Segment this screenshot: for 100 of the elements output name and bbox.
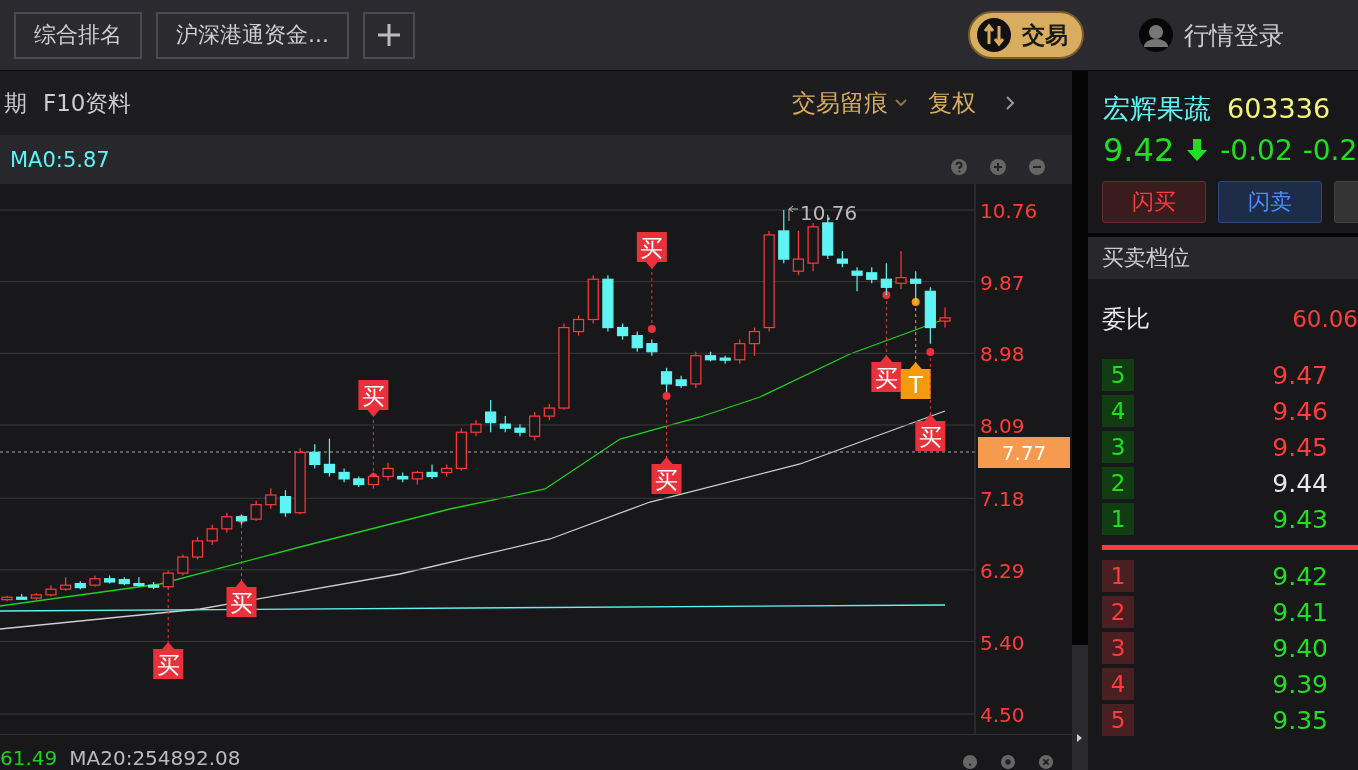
axis-label: 6.29 — [980, 558, 1025, 583]
candle — [147, 581, 160, 590]
close-icon[interactable] — [1038, 754, 1054, 770]
candle — [382, 462, 394, 482]
help-icon[interactable] — [962, 754, 978, 770]
toolbar-link[interactable]: 期 — [4, 87, 27, 119]
candle — [924, 286, 936, 345]
ask-rank: 4 — [1102, 395, 1134, 427]
candle — [441, 463, 453, 478]
stock-price: 9.42 — [1103, 131, 1175, 169]
candle — [265, 487, 277, 510]
percent-change: -0.2 — [1302, 133, 1358, 167]
candle — [704, 351, 717, 362]
candle — [250, 500, 262, 522]
bid-rank: 4 — [1102, 668, 1134, 700]
price-change: -0.02 — [1220, 133, 1293, 167]
trade-action-button[interactable]: 闪买 — [1102, 181, 1206, 223]
candle — [807, 222, 819, 272]
bid-rank: 5 — [1102, 704, 1134, 736]
ratio-label: 委比 — [1102, 304, 1150, 335]
axis-label: 8.98 — [980, 342, 1025, 367]
candle — [133, 576, 145, 588]
candle — [426, 463, 438, 480]
candle — [367, 471, 379, 490]
plus-icon — [376, 22, 402, 48]
candle — [529, 411, 541, 441]
section-title: 买卖档位 — [1102, 244, 1190, 272]
settings-icon[interactable] — [1000, 754, 1016, 770]
login-link[interactable]: 行情登录 — [1184, 18, 1284, 52]
candle — [631, 330, 643, 353]
candle — [880, 262, 892, 296]
chevron-down-icon[interactable] — [894, 98, 908, 108]
bid-price: 9.42 — [1272, 561, 1328, 591]
axis-label: 9.87 — [980, 270, 1025, 295]
bid-rank: 2 — [1102, 596, 1134, 628]
indicator-value: MA0:5.87 — [10, 147, 110, 172]
zoom-in-icon[interactable] — [989, 157, 1007, 176]
add-tab-button[interactable] — [363, 11, 415, 59]
candle — [734, 339, 746, 365]
candle — [836, 250, 848, 268]
candle — [60, 576, 72, 592]
scrollbar[interactable] — [1072, 645, 1088, 770]
tab[interactable]: 沪深港通资金... — [156, 11, 349, 59]
chevron-right-icon[interactable] — [1004, 95, 1016, 111]
ask-price: 9.45 — [1272, 432, 1328, 462]
candle — [616, 322, 629, 341]
ask-rank: 3 — [1102, 431, 1134, 463]
stock-code: 603336 — [1227, 93, 1331, 124]
candle — [338, 467, 350, 483]
ask-price: 9.47 — [1272, 360, 1328, 390]
candle — [221, 512, 233, 534]
toolbar-link[interactable]: 交易留痕 — [792, 87, 888, 119]
candle — [45, 584, 57, 598]
candle — [279, 489, 292, 518]
candle — [778, 209, 790, 264]
candle — [910, 270, 922, 304]
axis-label: 10.76 — [980, 199, 1038, 223]
candle — [162, 570, 174, 590]
candle — [748, 326, 761, 357]
candle — [104, 574, 116, 585]
candle — [323, 438, 336, 478]
ask-rank: 5 — [1102, 359, 1134, 391]
ask-rank: 2 — [1102, 467, 1134, 499]
candle — [485, 399, 497, 433]
toolbar-link[interactable]: 复权 — [928, 87, 976, 119]
ask-price: 9.46 — [1272, 396, 1328, 426]
indicator-value: 61.49 — [0, 746, 58, 770]
bid-rank: 1 — [1102, 560, 1134, 592]
bid-price: 9.41 — [1272, 597, 1328, 627]
candle — [660, 367, 673, 393]
zoom-out-icon[interactable] — [1028, 157, 1046, 176]
candle — [470, 419, 482, 437]
candle — [514, 423, 526, 437]
up-down-arrows-icon — [976, 17, 1012, 53]
bid-price: 9.39 — [1272, 669, 1328, 699]
trade-button[interactable]: 交易 — [968, 11, 1084, 59]
candle — [455, 427, 467, 472]
trade-action-button[interactable]: 闪卖 — [1218, 181, 1322, 223]
high-price-label: 10.76 — [788, 201, 858, 225]
avatar-icon[interactable] — [1138, 17, 1174, 53]
ask-price: 9.44 — [1272, 468, 1328, 498]
candle — [543, 403, 555, 421]
toolbar-link[interactable]: F10资料 — [43, 87, 132, 119]
candle — [690, 351, 702, 389]
help-icon[interactable] — [950, 157, 968, 176]
candle — [587, 274, 599, 325]
candle — [177, 554, 189, 577]
ask-rank: 1 — [1102, 503, 1134, 535]
axis-label: 5.40 — [980, 630, 1025, 655]
candle — [235, 513, 248, 526]
candle — [206, 524, 218, 546]
axis-label: 4.50 — [980, 703, 1025, 727]
scroll-arrow-icon[interactable] — [1076, 732, 1084, 743]
axis-label: 8.09 — [980, 413, 1025, 438]
candle — [411, 470, 423, 486]
candle — [118, 576, 130, 586]
axis-label: 7.18 — [980, 487, 1025, 512]
candle — [30, 592, 42, 601]
candle — [499, 415, 511, 433]
tab[interactable]: 综合排名 — [14, 11, 142, 59]
